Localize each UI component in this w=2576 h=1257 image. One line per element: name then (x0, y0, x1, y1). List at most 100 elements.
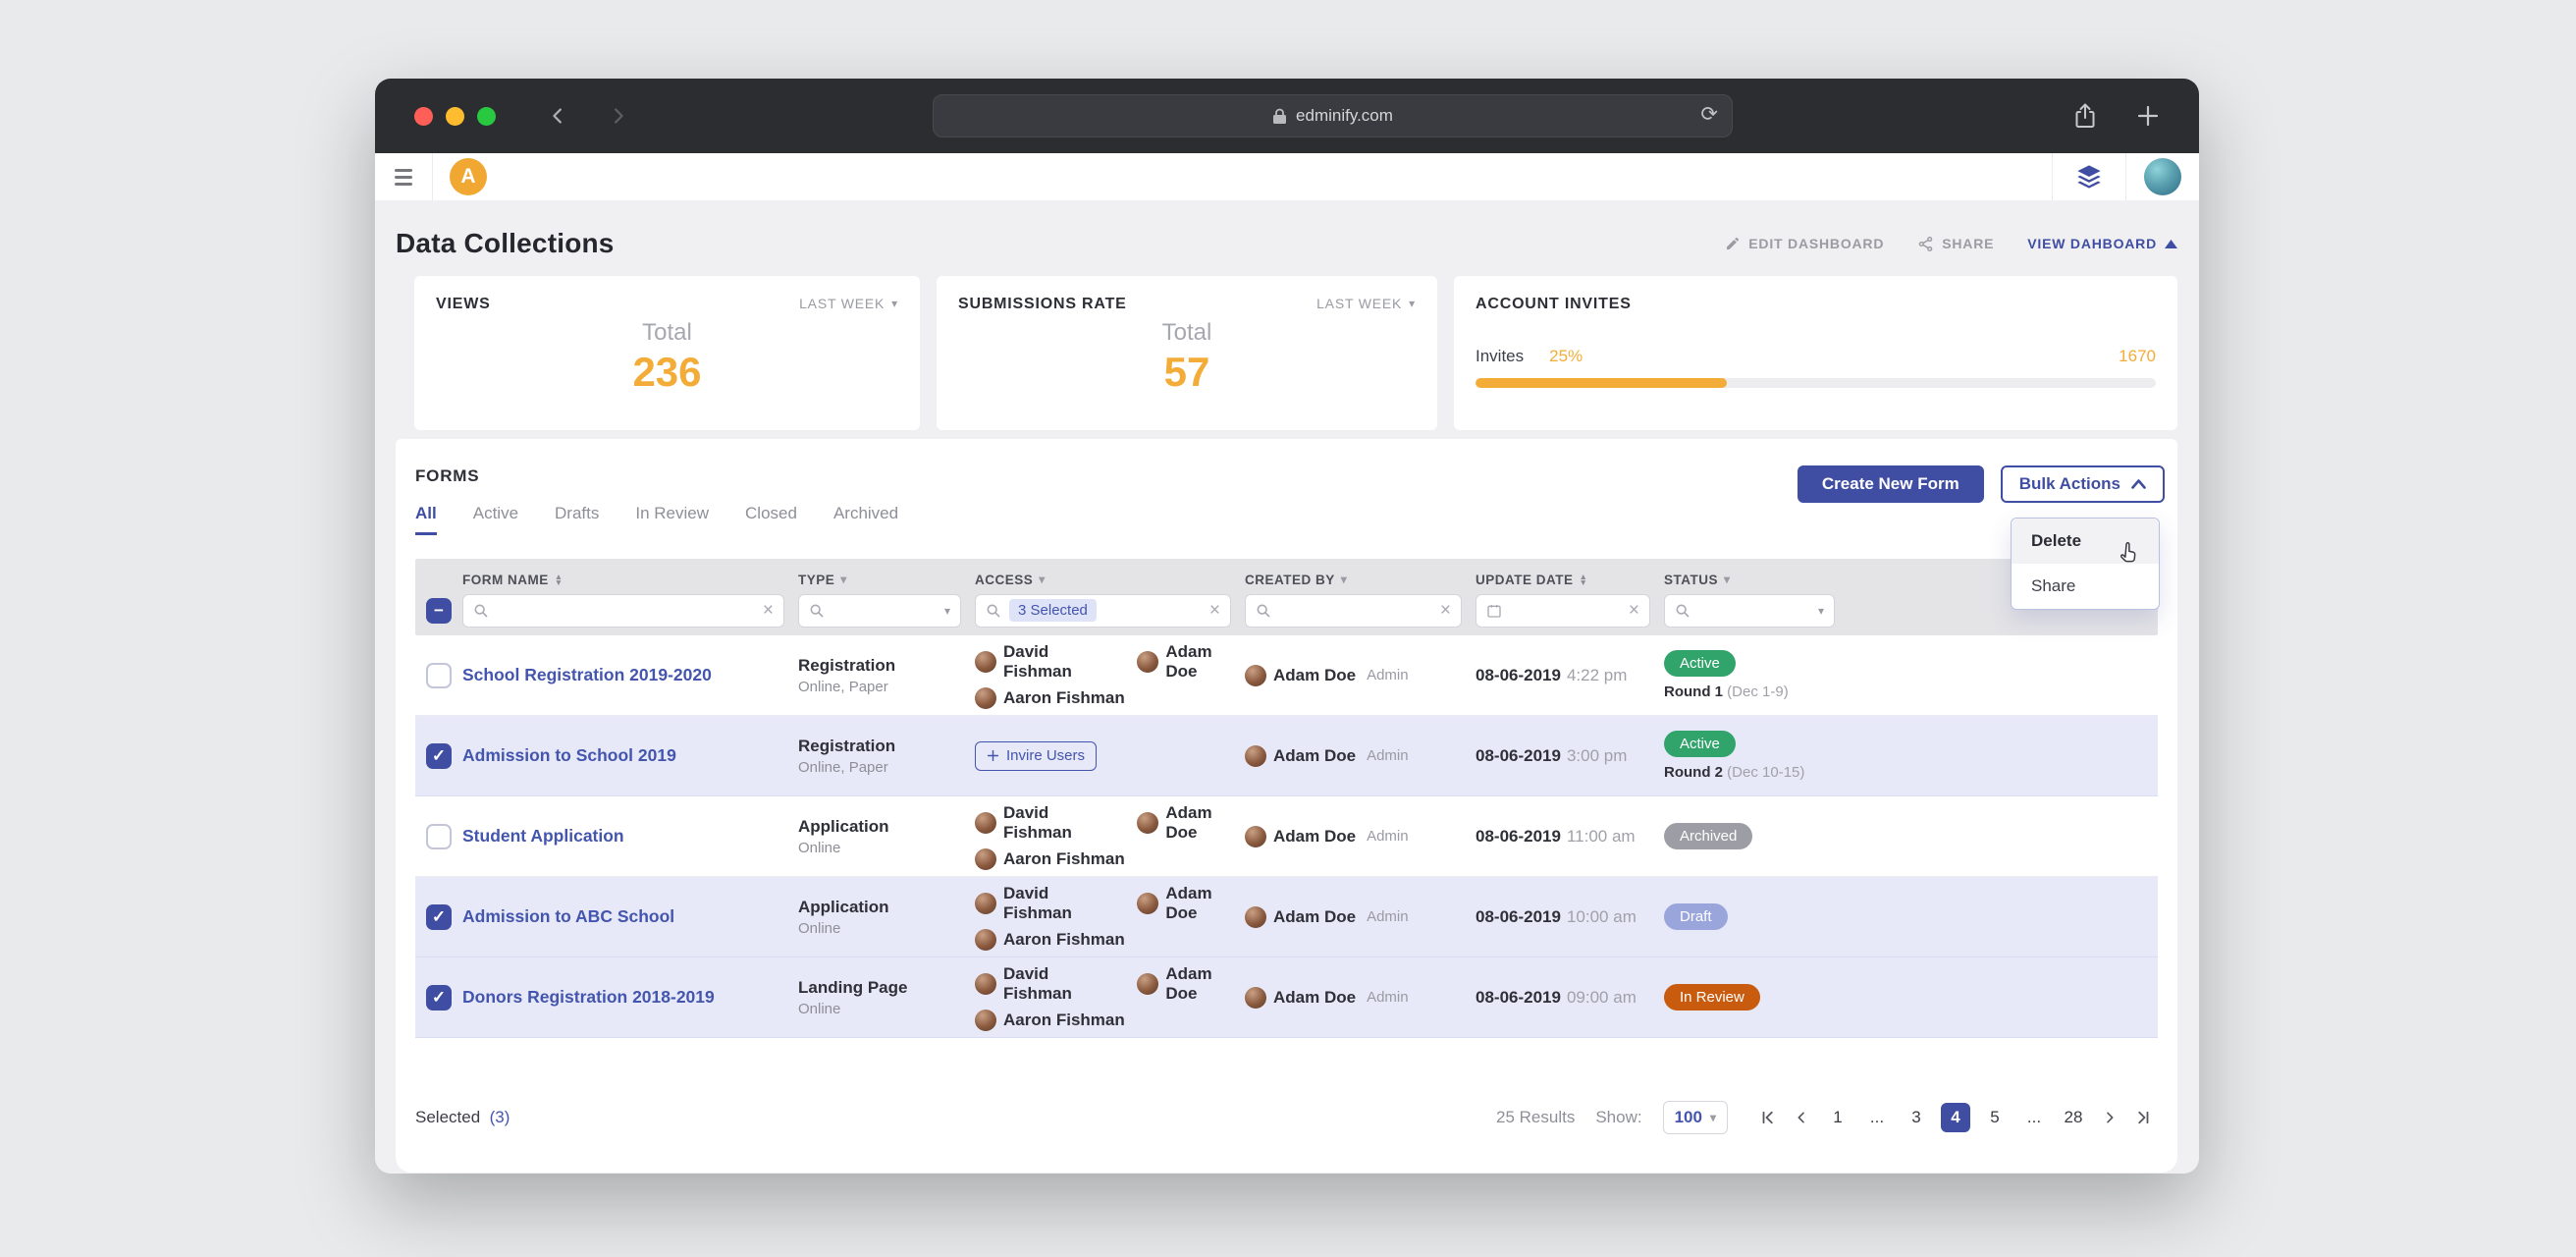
page-button[interactable]: 5 (1980, 1103, 2010, 1132)
access-user: David Fishman (975, 884, 1117, 923)
bulk-actions-button[interactable]: Bulk Actions (2001, 465, 2165, 503)
avatar (975, 973, 996, 995)
access-user: Adam Doe (1137, 964, 1245, 1004)
next-page-button[interactable] (2098, 1106, 2121, 1129)
avatar (1137, 651, 1158, 673)
app-logo[interactable]: A (450, 158, 487, 195)
avatar (1245, 826, 1266, 847)
col-header-status[interactable]: STATUS▾ (1664, 573, 1849, 587)
avatar (1245, 745, 1266, 767)
invite-users-button[interactable]: Invire Users (975, 741, 1097, 771)
form-name-link[interactable]: School Registration 2019-2020 (462, 665, 712, 684)
submissions-card: SUBMISSIONS RATE LAST WEEK ▾ Total 57 (937, 276, 1437, 430)
page-button[interactable]: 1 (1823, 1103, 1852, 1132)
col-header-access[interactable]: ACCESS▾ (975, 573, 1245, 587)
form-name-link[interactable]: Admission to School 2019 (462, 745, 676, 765)
clear-icon[interactable]: × (1440, 601, 1451, 620)
form-name-link[interactable]: Student Application (462, 826, 624, 846)
reload-icon[interactable]: ⟳ (1700, 102, 1718, 127)
table-row: ✓ Donors Registration 2018-2019 Landing … (415, 957, 2158, 1038)
page-content: Data Collections EDIT DASHBOARD SHARE VI… (375, 200, 2199, 1174)
edit-dashboard-button[interactable]: EDIT DASHBOARD (1725, 236, 1884, 251)
prev-page-button[interactable] (1790, 1106, 1813, 1129)
row-checkbox[interactable]: ✓ (426, 743, 452, 769)
clear-icon[interactable]: × (1629, 601, 1639, 620)
forward-icon[interactable] (606, 104, 629, 128)
view-dashboard-button[interactable]: VIEW DAHBOARD (2027, 236, 2177, 251)
selected-label: Selected (415, 1108, 480, 1126)
menu-item-share[interactable]: Share (2012, 564, 2159, 609)
create-new-form-button[interactable]: Create New Form (1798, 465, 1984, 503)
row-checkbox[interactable]: ✓ (426, 985, 452, 1011)
access-user: David Fishman (975, 964, 1117, 1004)
menu-icon[interactable] (375, 169, 432, 186)
layers-icon[interactable] (2053, 153, 2125, 200)
page-size-select[interactable]: 100 ▾ (1663, 1101, 1728, 1134)
period-selector[interactable]: LAST WEEK ▾ (1316, 296, 1416, 311)
invites-progress-bar (1476, 378, 2156, 388)
forms-tabs: All Active Drafts In Review Closed Archi… (415, 504, 898, 535)
avatar (1245, 665, 1266, 686)
row-checkbox[interactable] (426, 824, 452, 849)
page-button[interactable]: 3 (1902, 1103, 1931, 1132)
search-icon (473, 603, 489, 619)
col-header-type[interactable]: TYPE▾ (798, 573, 975, 587)
caret-down-icon: ▾ (840, 573, 847, 586)
close-window-button[interactable] (414, 107, 433, 126)
last-page-button[interactable] (2131, 1106, 2155, 1129)
avatar (975, 893, 996, 914)
tab-in-review[interactable]: In Review (635, 504, 709, 535)
views-card: VIEWS LAST WEEK ▾ Total 236 (414, 276, 920, 430)
avatar (975, 651, 996, 673)
browser-chrome: edminify.com ⟳ (375, 79, 2199, 153)
tab-drafts[interactable]: Drafts (555, 504, 599, 535)
created-by-user: Adam DoeAdmin (1245, 665, 1476, 686)
select-all-checkbox[interactable]: − (426, 598, 452, 624)
sort-icon[interactable]: ▲▼ (1580, 574, 1588, 586)
access-user: Adam Doe (1137, 642, 1245, 682)
filter-form-name-input[interactable]: × (462, 594, 784, 628)
first-page-button[interactable] (1756, 1106, 1780, 1129)
show-label: Show: (1595, 1108, 1641, 1127)
access-user: David Fishman (975, 642, 1117, 682)
page-button[interactable]: 28 (2059, 1103, 2088, 1132)
clear-icon[interactable]: × (763, 601, 774, 620)
period-selector[interactable]: LAST WEEK ▾ (799, 296, 898, 311)
tab-archived[interactable]: Archived (833, 504, 898, 535)
created-by-user: Adam DoeAdmin (1245, 906, 1476, 928)
col-header-update-date[interactable]: UPDATE DATE ▲▼ (1476, 573, 1664, 587)
col-header-created-by[interactable]: CREATED BY▾ (1245, 573, 1476, 587)
user-avatar[interactable] (2144, 158, 2181, 195)
tab-closed[interactable]: Closed (745, 504, 797, 535)
form-name-link[interactable]: Donors Registration 2018-2019 (462, 987, 715, 1007)
filter-update-date-input[interactable]: × (1476, 594, 1650, 628)
clear-icon[interactable]: × (1209, 601, 1220, 620)
filter-type-select[interactable]: ▾ (798, 594, 961, 628)
form-name-link[interactable]: Admission to ABC School (462, 906, 674, 926)
status-badge: In Review (1664, 984, 1760, 1011)
caret-up-icon (2165, 240, 2177, 248)
filter-access-input[interactable]: 3 Selected × (975, 594, 1231, 628)
zoom-window-button[interactable] (477, 107, 496, 126)
status-badge: Active (1664, 650, 1736, 677)
menu-item-delete[interactable]: Delete (2012, 519, 2159, 564)
tab-active[interactable]: Active (473, 504, 518, 535)
page-button-current[interactable]: 4 (1941, 1103, 1970, 1132)
new-tab-icon[interactable] (2136, 104, 2160, 128)
col-header-form-name[interactable]: FORM NAME ▲▼ (462, 573, 798, 587)
url-bar[interactable]: edminify.com ⟳ (933, 94, 1733, 137)
sort-icon[interactable]: ▲▼ (555, 574, 564, 586)
filter-created-by-input[interactable]: × (1245, 594, 1462, 628)
minimize-window-button[interactable] (446, 107, 464, 126)
row-checkbox[interactable] (426, 663, 452, 688)
share-dashboard-button[interactable]: SHARE (1917, 236, 1994, 252)
share-page-icon[interactable] (2073, 102, 2097, 130)
back-icon[interactable] (547, 104, 570, 128)
row-checkbox[interactable]: ✓ (426, 904, 452, 930)
cursor-hand-icon (2116, 540, 2141, 566)
tab-all[interactable]: All (415, 504, 437, 535)
access-selected-chip[interactable]: 3 Selected (1009, 599, 1097, 622)
traffic-lights (414, 107, 496, 126)
filter-status-select[interactable]: ▾ (1664, 594, 1835, 628)
invites-percent: 25% (1549, 347, 1583, 366)
